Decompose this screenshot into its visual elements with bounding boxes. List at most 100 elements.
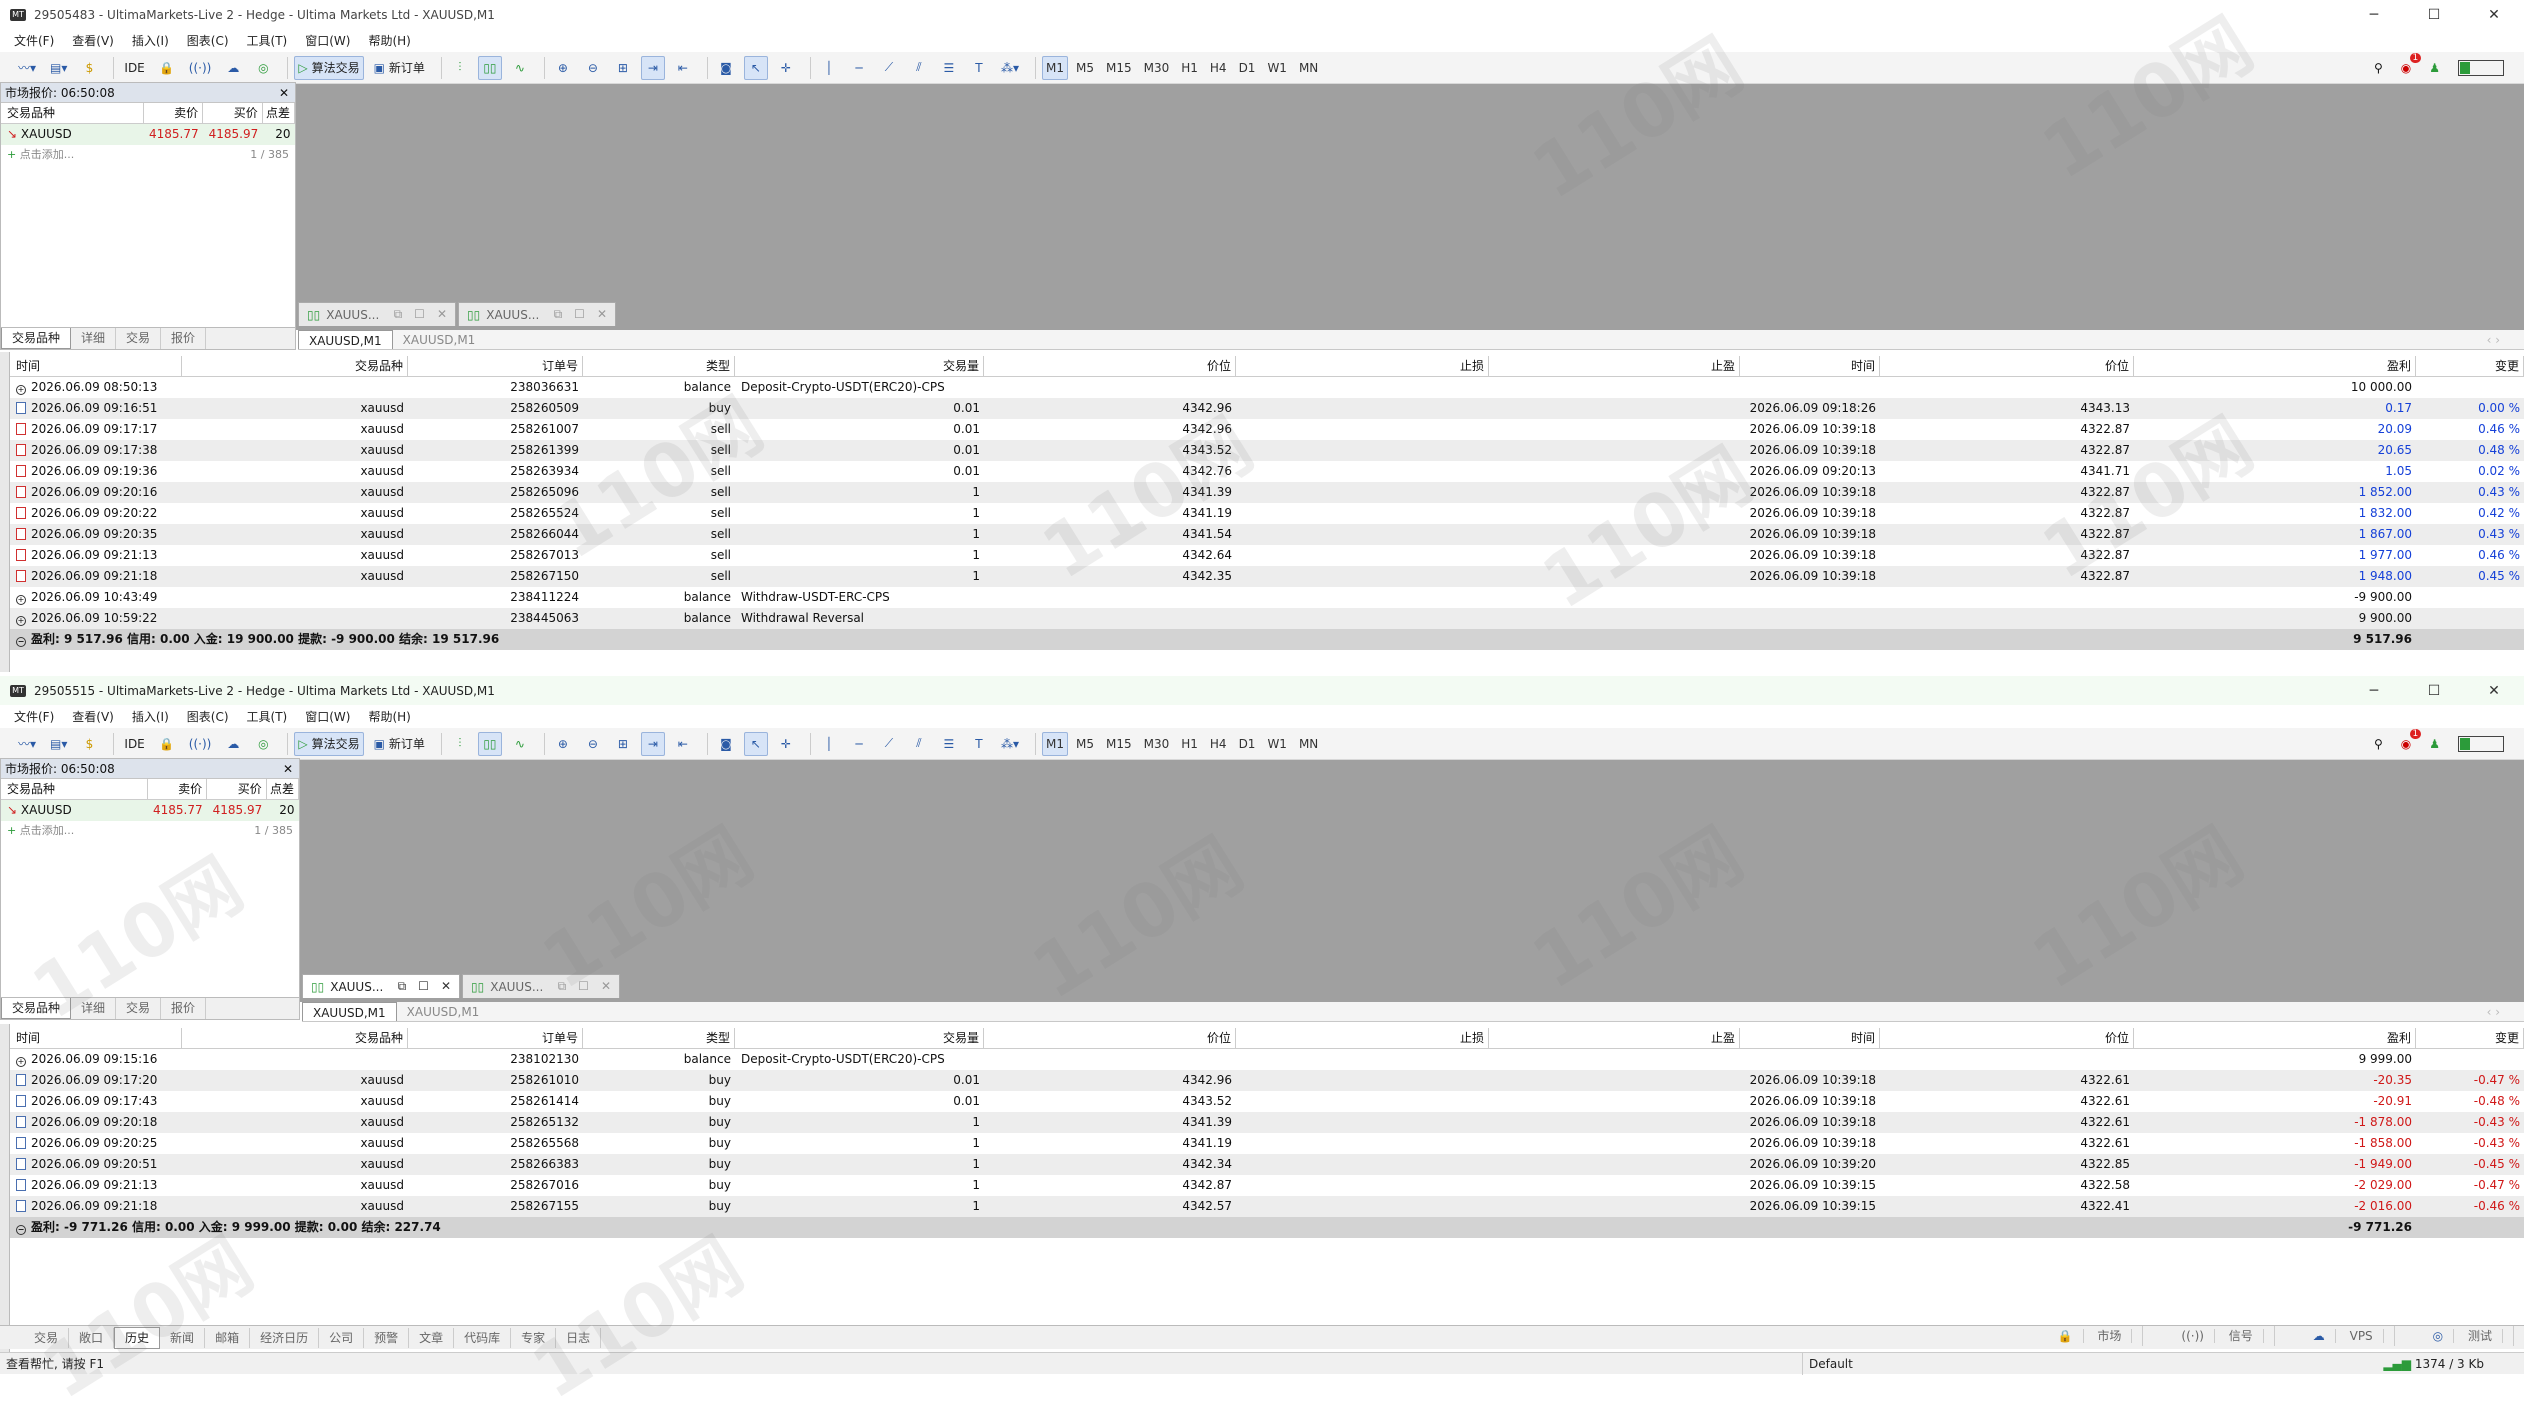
bar-chart-icon[interactable]: ⫶ [448,732,472,756]
window2-chart-area[interactable] [300,760,2524,1002]
template-icon[interactable]: ▤▾ [46,56,71,80]
timeframe-h1[interactable]: H1 [1177,56,1202,80]
timeframe-m30[interactable]: M30 [1140,56,1174,80]
table-row[interactable]: 2026.06.09 09:20:16 xauusd 258265096 sell 1 4… [10,482,2524,503]
chart-tab[interactable]: ▯▯ XAUUS... ⧉ ☐ ✕ [462,974,620,998]
timeframe-h4[interactable]: H4 [1206,56,1231,80]
ide-button[interactable]: IDE [120,732,148,756]
lock-icon[interactable]: 🔒 [155,56,179,80]
timeframe-m15[interactable]: M15 [1102,56,1136,80]
toolbox-strip[interactable] [0,1024,10,1352]
market-watch-icon[interactable]: $ [77,732,101,756]
symbol-row[interactable]: ↘ XAUUSD 4185.77 4185.97 20 [1,799,299,821]
tab-details[interactable]: 详细 [71,998,117,1019]
table-row[interactable]: +2026.06.09 08:50:13 238036631 balance Depo… [10,377,2524,398]
close-icon[interactable]: ✕ [279,83,289,103]
column-header[interactable]: 止损 [1236,356,1489,377]
horizontal-line-icon[interactable]: ─ [847,732,871,756]
crosshair-icon[interactable]: ✛ [774,732,798,756]
column-header[interactable]: 止盈 [1489,356,1740,377]
column-header[interactable]: 时间 [10,356,182,377]
toolbox-strip[interactable] [0,352,10,672]
vertical-line-icon[interactable]: │ [817,56,841,80]
scroll-arrows-icon[interactable]: ‹ › [2477,1002,2510,1022]
candle-chart-icon[interactable]: ▯▯ [477,731,502,756]
scroll-arrows-icon[interactable]: ‹ › [2477,330,2510,350]
vertical-line-icon[interactable]: │ [817,732,841,756]
signals-link[interactable]: ((·)) 信号 [2161,1326,2275,1346]
lock-icon[interactable]: 🔒 [155,732,179,756]
column-header[interactable]: 订单号 [408,356,583,377]
account-icon[interactable]: ♟ [2429,737,2440,751]
table-row[interactable]: 2026.06.09 09:20:25 xauusd 258265568 buy 1 43… [10,1133,2524,1154]
tab-exposure[interactable]: 敞口 [69,1327,115,1348]
tester-link[interactable]: ◎ 测试 [2413,1326,2514,1346]
timeframe-m5[interactable]: M5 [1072,732,1098,756]
subtab-chart[interactable]: XAUUSD,M1 [302,1002,397,1021]
menu-view[interactable]: 查看(V) [72,32,114,49]
algo-trading-button[interactable]: ▷ 算法交易 [294,55,364,80]
grid-icon[interactable]: ⊞ [611,732,635,756]
text-icon[interactable]: T [967,732,991,756]
menu-insert[interactable]: 插入(I) [132,32,169,49]
column-header[interactable]: 盈利 [2134,356,2416,377]
tab-ticks[interactable]: 报价 [161,328,207,349]
column-header[interactable]: 时间 [1740,1028,1880,1049]
menu-file[interactable]: 文件(F) [14,708,54,725]
line-chart-icon[interactable]: ∿ [508,732,532,756]
tab-alerts[interactable]: 预警 [364,1327,410,1348]
horizontal-line-icon[interactable]: ─ [847,56,871,80]
table-row[interactable]: 2026.06.09 09:21:13 xauusd 258267013 sell 1 4… [10,545,2524,566]
trendline-icon[interactable]: ⟋ [877,732,901,756]
signal-icon[interactable]: ((·)) [185,732,216,756]
timeframe-h1[interactable]: H1 [1177,732,1202,756]
fibonacci-icon[interactable]: ☰ [937,56,961,80]
timeframe-m30[interactable]: M30 [1140,732,1174,756]
column-header[interactable]: 交易量 [735,356,984,377]
line-chart-icon[interactable]: ∿ [508,56,532,80]
tab-ticks[interactable]: 报价 [161,998,207,1019]
shapes-icon[interactable]: ⁂▾ [997,56,1023,80]
timeframe-m5[interactable]: M5 [1072,56,1098,80]
column-header[interactable]: 类型 [583,356,735,377]
menu-insert[interactable]: 插入(I) [132,708,169,725]
close-button[interactable]: ✕ [2464,676,2524,706]
column-header[interactable]: 时间 [1740,356,1880,377]
subtab-chart[interactable]: XAUUSD,M1 [397,1002,490,1021]
menu-file[interactable]: 文件(F) [14,32,54,49]
timeframe-m15[interactable]: M15 [1102,732,1136,756]
screenshot-icon[interactable]: ◙ [714,56,738,80]
vps-icon[interactable]: ◎ [251,732,275,756]
timeframe-mn[interactable]: MN [1295,732,1322,756]
menu-charts[interactable]: 图表(C) [187,32,229,49]
cursor-icon[interactable]: ↖ [743,55,768,80]
tab-symbols[interactable]: 交易品种 [1,998,72,1019]
table-row[interactable]: 2026.06.09 09:20:35 xauusd 258266044 sell 1 4… [10,524,2524,545]
text-icon[interactable]: T [967,56,991,80]
symbol-row[interactable]: ↘ XAUUSD 4185.77 4185.97 20 [1,123,295,145]
notification-icon[interactable]: ◉ 1 [2401,728,2422,751]
zoom-in-icon[interactable]: ⊕ [551,732,575,756]
tab-details[interactable]: 详细 [71,328,117,349]
table-row[interactable]: 2026.06.09 09:20:22 xauusd 258265524 sell 1 4… [10,503,2524,524]
maximize-button[interactable]: ☐ [2404,676,2464,706]
table-row[interactable]: +2026.06.09 10:43:49 238411224 balance With… [10,587,2524,608]
menu-help[interactable]: 帮助(H) [368,708,410,725]
column-header[interactable]: 变更 [2416,356,2524,377]
tab-trade[interactable]: 交易 [24,1327,70,1348]
vps-icon[interactable]: ◎ [251,56,275,80]
table-row[interactable]: 2026.06.09 09:17:20 xauusd 258261010 buy 0.0… [10,1070,2524,1091]
tab-experts[interactable]: 专家 [511,1327,557,1348]
chart-tab[interactable]: ▯▯ XAUUS... ⧉ ☐ ✕ [302,974,460,998]
table-row[interactable]: 2026.06.09 09:19:36 xauusd 258263934 sell 0.… [10,461,2524,482]
timeframe-d1[interactable]: D1 [1235,56,1260,80]
signal-icon[interactable]: ((·)) [185,56,216,80]
cloud-icon[interactable]: ☁ [221,732,245,756]
window1-chart-area[interactable] [296,84,2524,330]
new-order-button[interactable]: ▣ 新订单 [370,56,429,80]
tab-symbols[interactable]: 交易品种 [1,328,72,349]
column-header[interactable]: 价位 [1880,1028,2134,1049]
table-row[interactable]: 2026.06.09 09:20:18 xauusd 258265132 buy 1 43… [10,1112,2524,1133]
cloud-icon[interactable]: ☁ [221,56,245,80]
timeframe-h4[interactable]: H4 [1206,732,1231,756]
